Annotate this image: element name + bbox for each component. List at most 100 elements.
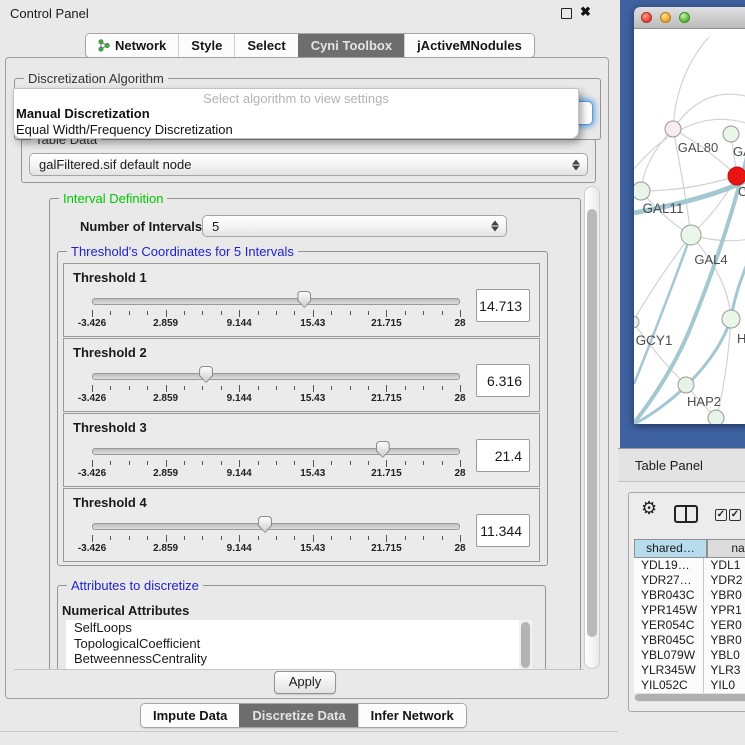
slider-track[interactable] <box>92 448 460 455</box>
table-cell: YBL0 <box>704 648 745 663</box>
network-edge[interactable] <box>641 129 673 191</box>
network-node[interactable] <box>678 377 694 393</box>
slider-tick <box>442 386 443 390</box>
table-cell: YBR0 <box>704 588 745 603</box>
table-column-header[interactable]: na <box>707 539 745 558</box>
number-of-intervals-combobox[interactable]: 5 <box>202 215 507 237</box>
threshold-value-field[interactable]: 11.344 <box>476 514 530 547</box>
slider-tick <box>313 460 314 467</box>
threshold-box: Threshold 1-3.4262.8599.14415.4321.71528… <box>63 263 540 337</box>
network-node[interactable] <box>681 225 701 245</box>
attribute-list-item[interactable]: TopologicalCoefficient <box>66 636 519 652</box>
algorithm-option[interactable]: Manual Discretization <box>14 106 578 122</box>
slider-tick <box>405 386 406 390</box>
panel-vertical-scrollbar[interactable] <box>584 186 600 669</box>
table-row[interactable]: YBR045CYBR0 <box>634 633 745 648</box>
network-edge[interactable] <box>673 94 745 129</box>
network-window[interactable]: GAL80GACGAL11GAL4GCY1HHAP2 <box>634 7 745 424</box>
column-layout-icon[interactable] <box>674 505 698 523</box>
slider-tick <box>423 536 424 540</box>
tab-infer-network[interactable]: Infer Network <box>358 704 466 727</box>
table-cell: YER054C <box>634 618 704 633</box>
tab-discretize-data[interactable]: Discretize Data <box>239 704 357 727</box>
table-row[interactable]: YER054CYER0 <box>634 618 745 633</box>
table-row[interactable]: YIL052CYIL0 <box>634 678 745 693</box>
close-icon[interactable]: ✖ <box>580 4 591 20</box>
slider-tick-label: 15.43 <box>300 318 325 329</box>
algorithm-option[interactable]: Equal Width/Frequency Discretization <box>14 122 578 138</box>
close-traffic-light-icon[interactable] <box>641 12 652 23</box>
zoom-traffic-light-icon[interactable] <box>679 12 690 23</box>
tab-style[interactable]: Style <box>178 34 234 57</box>
slider-track[interactable] <box>92 373 460 380</box>
tab-jactivemnodules[interactable]: jActiveMNodules <box>404 34 534 57</box>
tab-cyni-toolbox[interactable]: Cyni Toolbox <box>298 34 404 57</box>
apply-button[interactable]: Apply <box>274 671 336 694</box>
settings-scroll-area: Interval Definition Number of Intervals … <box>14 186 584 670</box>
slider-tick-label: 15.43 <box>300 543 325 554</box>
checkbox-icon[interactable]: ✓ <box>729 509 741 521</box>
gear-icon[interactable]: ⚙ <box>641 499 657 517</box>
threshold-slider[interactable]: -3.4262.8599.14415.4321.71528 <box>92 441 460 481</box>
network-node[interactable] <box>708 410 724 424</box>
network-node[interactable] <box>634 316 639 328</box>
slider-tick <box>460 460 461 467</box>
attribute-list-item[interactable]: SelfLoops <box>66 620 519 636</box>
table-data-combobox[interactable]: galFiltered.sif default node <box>29 153 588 176</box>
table-data-value: galFiltered.sif default node <box>39 157 191 172</box>
slider-tick-label: -3.426 <box>78 393 106 404</box>
table-row[interactable]: YBL079WYBL0 <box>634 648 745 663</box>
threshold-value-field[interactable]: 6.316 <box>476 364 530 397</box>
network-node[interactable] <box>723 126 739 142</box>
network-window-titlebar[interactable] <box>634 7 745 29</box>
threshold-label: Threshold 4 <box>73 495 530 510</box>
table-column-header[interactable]: shared… <box>634 539 707 558</box>
table-cell: YDL1 <box>704 558 745 573</box>
tab-network[interactable]: Network <box>86 34 178 57</box>
network-desktop: GAL80GACGAL11GAL4GCY1HHAP2 <box>620 0 745 448</box>
table-row[interactable]: YPR145WYPR1 <box>634 603 745 618</box>
table-cell: YIL052C <box>634 678 704 693</box>
slider-tick <box>294 536 295 540</box>
network-node[interactable] <box>634 182 650 200</box>
attribute-list-item[interactable]: BetweennessCentrality <box>66 651 519 667</box>
threshold-value-field[interactable]: 14.713 <box>476 289 530 322</box>
table-horizontal-scrollbar[interactable] <box>634 693 745 702</box>
slider-handle[interactable] <box>199 366 213 383</box>
slider-track[interactable] <box>92 298 460 305</box>
table-row[interactable]: YDL19…YDL1 <box>634 558 745 573</box>
attributes-group-label: Attributes to discretize <box>67 578 203 593</box>
slider-tick <box>350 536 351 540</box>
network-edge[interactable] <box>686 319 731 385</box>
float-window-icon[interactable] <box>561 8 572 19</box>
slider-handle[interactable] <box>376 441 390 458</box>
threshold-slider[interactable]: -3.4262.8599.14415.4321.71528 <box>92 516 460 556</box>
network-node[interactable] <box>728 167 745 185</box>
slider-tick <box>202 386 203 390</box>
tab-select[interactable]: Select <box>234 34 297 57</box>
tab-tab-label: Impute Data <box>153 708 227 723</box>
slider-handle[interactable] <box>297 291 311 308</box>
slider-track[interactable] <box>92 523 460 530</box>
network-node[interactable] <box>665 121 681 137</box>
slider-tick <box>147 386 148 390</box>
table-row[interactable]: YBR043CYBR0 <box>634 588 745 603</box>
threshold-slider[interactable]: -3.4262.8599.14415.4321.71528 <box>92 291 460 331</box>
table-row[interactable]: YLR345WYLR3 <box>634 663 745 678</box>
slider-tick <box>258 461 259 465</box>
minimize-traffic-light-icon[interactable] <box>660 12 671 23</box>
network-node[interactable] <box>722 310 740 328</box>
network-canvas[interactable]: GAL80GACGAL11GAL4GCY1HHAP2 <box>634 29 745 424</box>
table-row[interactable]: YDR27…YDR2 <box>634 573 745 588</box>
slider-tick <box>258 536 259 540</box>
threshold-slider[interactable]: -3.4262.8599.14415.4321.71528 <box>92 366 460 406</box>
checkbox-icon[interactable]: ✓ <box>715 509 727 521</box>
tab-impute-data[interactable]: Impute Data <box>141 704 239 727</box>
threshold-value-field[interactable]: 21.4 <box>476 439 530 472</box>
slider-handle[interactable] <box>258 516 272 533</box>
network-graph: GAL80GACGAL11GAL4GCY1HHAP2 <box>634 29 745 424</box>
network-edge[interactable] <box>673 37 709 129</box>
network-thick-edge[interactable] <box>634 235 691 384</box>
network-node-label: GA <box>733 144 745 159</box>
attributes-list-scrollbar[interactable] <box>519 620 532 670</box>
